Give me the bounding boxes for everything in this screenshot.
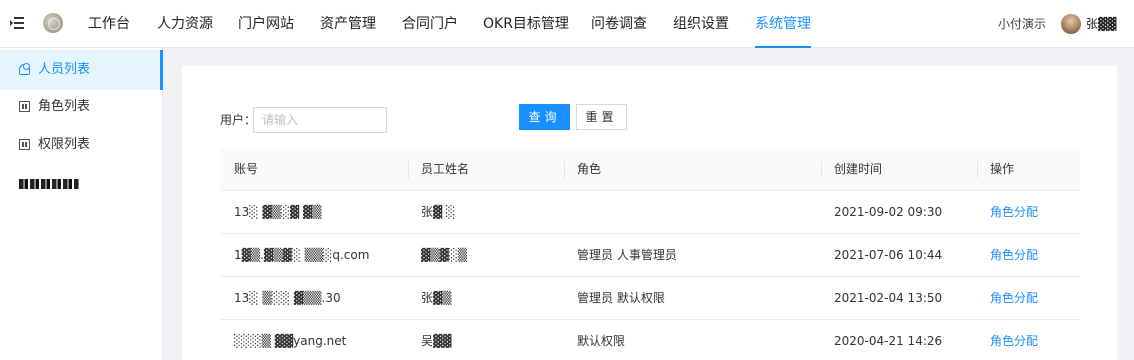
column-header-created: 创建时间 [820, 148, 882, 191]
user-filter-label: 用户： [220, 113, 257, 127]
table-row: 13░ ▓▒░▓ ▓▒ 张▓ ░ 2021-09-02 09:30 角色分配 [220, 191, 1080, 234]
content-card: 用户： 查询 重置 账号 员工姓名 角色 创建时间 操作 13░ ▓▒░▓ ▓▒… [182, 66, 1117, 360]
assign-role-link[interactable]: 角色分配 [990, 234, 1038, 277]
column-header-name: 员工姓名 [407, 148, 469, 191]
user-avatar[interactable] [1061, 14, 1081, 34]
cell-name: 吴▓▓ [421, 334, 452, 348]
reset-button[interactable]: 重置 [576, 104, 627, 130]
nav-item-hr[interactable]: 人力资源 [157, 0, 213, 48]
table-row: 13░ ▒░░ ▓▒▒.30 张▓▒ 管理员 默认权限 2021-02-04 1… [220, 277, 1080, 320]
sidebar: 人员列表 角色列表 权限列表 [0, 48, 163, 360]
cell-name: ▓▒▓░▒ [421, 248, 468, 262]
cell-created: 2021-02-04 13:50 [834, 291, 943, 305]
nav-item-survey[interactable]: 问卷调查 [591, 0, 647, 48]
search-button[interactable]: 查询 [519, 104, 570, 130]
cell-name: 张▓ ░ [421, 205, 456, 219]
table-icon [19, 101, 30, 112]
sidebar-item-staff-list[interactable]: 人员列表 [0, 50, 163, 90]
sidebar-item-permission-list[interactable]: 权限列表 [0, 125, 163, 165]
nav-item-assets[interactable]: 资产管理 [320, 0, 376, 48]
nav-item-org-settings[interactable]: 组织设置 [673, 0, 729, 48]
user-name[interactable]: 张▓▓ [1086, 0, 1116, 48]
cell-role: 管理员 人事管理员 [577, 248, 677, 262]
assign-role-link[interactable]: 角色分配 [990, 191, 1038, 234]
menu-collapse-icon[interactable] [10, 16, 24, 30]
table-header: 账号 员工姓名 角色 创建时间 操作 [220, 148, 1080, 191]
cell-created: 2020-04-21 14:26 [834, 334, 943, 348]
tenant-label[interactable]: 小付演示 [998, 0, 1046, 48]
nav-item-workbench[interactable]: 工作台 [88, 0, 130, 48]
nav-item-contract-portal[interactable]: 合同门户 [402, 0, 458, 48]
cell-account: ░░░▒ ▓▓yang.net [234, 334, 347, 348]
cell-created: 2021-07-06 10:44 [834, 248, 943, 262]
app-logo[interactable] [43, 13, 63, 33]
column-header-account: 账号 [234, 162, 259, 176]
sidebar-item-label: 人员列表 [38, 62, 91, 77]
cell-name: 张▓▒ [421, 291, 452, 305]
column-header-role: 角色 [563, 148, 601, 191]
sidebar-item-redacted[interactable] [0, 164, 163, 204]
cell-created: 2021-09-02 09:30 [834, 205, 943, 219]
nav-item-okr[interactable]: OKR目标管理 [483, 0, 569, 48]
table-row: ░░░▒ ▓▓yang.net 吴▓▓ 默认权限 2020-04-21 14:2… [220, 320, 1080, 360]
table-row: 1▓▒.▓▒▓░ ▒▒░q.com ▓▒▓░▒ 管理员 人事管理员 2021-0… [220, 234, 1080, 277]
cell-role: 管理员 默认权限 [577, 291, 665, 305]
cell-role: 默认权限 [577, 334, 626, 348]
cell-account: 13░ ▒░░ ▓▒▒.30 [234, 291, 341, 305]
nav-item-portal[interactable]: 门户网站 [238, 0, 294, 48]
assign-role-link[interactable]: 角色分配 [990, 277, 1038, 320]
user-search-input[interactable] [253, 107, 387, 133]
sidebar-item-role-list[interactable]: 角色列表 [0, 87, 163, 127]
cell-account: 1▓▒.▓▒▓░ ▒▒░q.com [234, 248, 370, 262]
table-icon [19, 139, 30, 150]
assign-role-link[interactable]: 角色分配 [990, 320, 1038, 360]
sidebar-item-label: 角色列表 [38, 99, 91, 114]
sidebar-item-label: 权限列表 [38, 137, 91, 152]
nav-item-system-management[interactable]: 系统管理 [755, 0, 811, 48]
column-header-actions: 操作 [976, 148, 1014, 191]
top-navigation-bar: 工作台 人力资源 门户网站 资产管理 合同门户 OKR目标管理 问卷调查 组织设… [0, 0, 1134, 48]
redacted-label [19, 179, 79, 189]
cell-account: 13░ ▓▒░▓ ▓▒ [234, 205, 322, 219]
user-icon [19, 63, 30, 75]
